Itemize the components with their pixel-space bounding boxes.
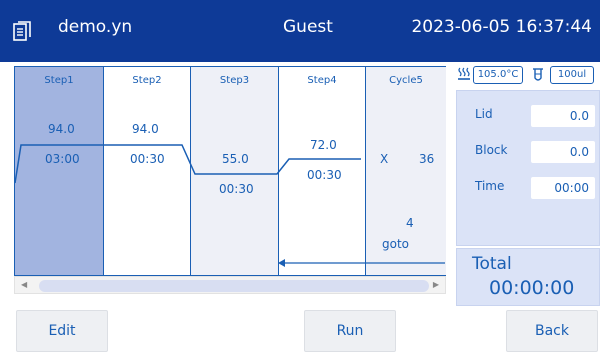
step4-temperature: 72.0 <box>310 138 337 152</box>
goto-step-number: 4 <box>406 216 414 230</box>
goto-label: goto <box>382 237 410 251</box>
time-value: 00:00 <box>531 177 595 199</box>
title-bar: demo.yn Guest 2023-06-05 16:37:44 <box>0 0 600 62</box>
total-time: 00:00:00 <box>489 277 575 299</box>
user-name: Guest <box>283 17 333 37</box>
sample-volume-setting[interactable]: 100ul <box>550 66 594 84</box>
back-button[interactable]: Back <box>506 310 598 352</box>
time-label: Time <box>475 179 505 193</box>
lid-temperature-setting[interactable]: 105.0°C <box>473 66 523 84</box>
tube-icon <box>533 68 543 81</box>
lid-row: Lid 0.0 <box>457 101 600 131</box>
date-time: 2023-06-05 16:37:44 <box>411 17 592 37</box>
program-table: Step1 Step2 Step3 Step4 Cycle5 94.0 03:0… <box>14 66 446 276</box>
scroll-right-icon[interactable]: ▶ <box>433 280 439 289</box>
scrollbar-thumb[interactable] <box>39 280 429 292</box>
step2-duration: 00:30 <box>130 152 165 166</box>
heated-lid-icon <box>458 67 470 80</box>
lid-value: 0.0 <box>531 105 595 127</box>
run-button[interactable]: Run <box>304 310 396 352</box>
cycle-multiplier-label: X <box>380 152 389 166</box>
step2-temperature: 94.0 <box>132 122 159 136</box>
block-value: 0.0 <box>531 141 595 163</box>
readout-panel: Lid 0.0 Block 0.0 Time 00:00 <box>456 90 600 246</box>
step1-temperature: 94.0 <box>48 122 75 136</box>
block-row: Block 0.0 <box>457 137 600 167</box>
document-icon <box>13 21 31 41</box>
edit-button[interactable]: Edit <box>16 310 108 352</box>
cycle-count: 36 <box>419 152 435 166</box>
step3-temperature: 55.0 <box>222 152 249 166</box>
lid-label: Lid <box>475 107 493 121</box>
step3-duration: 00:30 <box>219 182 254 196</box>
step4-duration: 00:30 <box>307 168 342 182</box>
time-row: Time 00:00 <box>457 173 600 203</box>
goto-arrow-head <box>278 259 285 267</box>
total-label: Total <box>472 254 512 274</box>
block-label: Block <box>475 143 508 157</box>
total-time-panel: Total 00:00:00 <box>456 248 600 306</box>
step1-duration: 03:00 <box>45 152 80 166</box>
horizontal-scrollbar[interactable]: ◀ ▶ <box>14 276 446 294</box>
app-title: demo.yn <box>58 17 133 37</box>
status-bar: 105.0°C 100ul <box>456 64 600 86</box>
scroll-left-icon[interactable]: ◀ <box>21 280 27 289</box>
